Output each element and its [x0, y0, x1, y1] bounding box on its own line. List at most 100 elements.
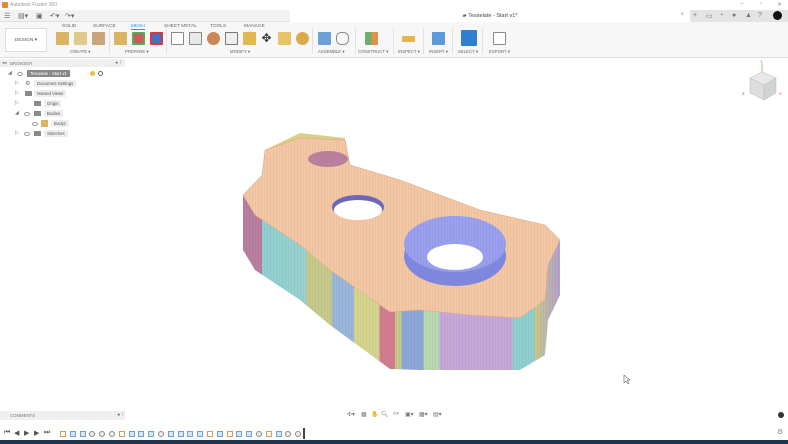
timeline-feature-mesh-icon[interactable]	[79, 431, 86, 437]
user-avatar[interactable]	[773, 11, 782, 20]
joint-icon[interactable]	[336, 32, 349, 45]
combine-face-groups-icon[interactable]	[150, 32, 163, 45]
orbit-icon[interactable]: ✣▾	[347, 411, 355, 418]
timeline-feature-mesh-icon[interactable]	[148, 431, 155, 437]
notifications-icon[interactable]: ▲	[745, 12, 752, 19]
repair-icon[interactable]	[114, 32, 127, 45]
display-settings-icon[interactable]: ▣▾	[405, 411, 414, 418]
timeline-feature-body-icon[interactable]	[295, 431, 302, 437]
timeline-feature-sketch-icon[interactable]	[118, 431, 125, 437]
timeline-feature-body-icon[interactable]	[109, 431, 115, 437]
close-tab-icon[interactable]: ×	[680, 12, 684, 18]
feedback-icon[interactable]	[778, 412, 784, 418]
timeline-feature-sketch-icon[interactable]	[60, 431, 66, 437]
move-icon[interactable]: ✥	[260, 32, 273, 45]
modify-group[interactable]: MODIFY ▾	[230, 49, 250, 55]
reduce-icon[interactable]	[207, 32, 220, 45]
combine-icon[interactable]	[243, 32, 256, 45]
new-tab-icon[interactable]: +	[693, 12, 697, 19]
menu-icon[interactable]: ☰	[4, 12, 10, 20]
plane-cut-icon[interactable]	[171, 32, 184, 45]
minimize-button[interactable]: –	[740, 1, 743, 7]
measure-icon[interactable]	[402, 36, 415, 42]
offset-plane-icon[interactable]	[365, 32, 378, 45]
timeline-feature-mesh-icon[interactable]	[197, 431, 204, 437]
fit-icon[interactable]: ⌕▾	[393, 411, 399, 418]
redo-icon[interactable]: ↷▾	[65, 12, 74, 20]
select-icon[interactable]	[461, 30, 477, 46]
reverse-normal-icon[interactable]	[296, 32, 309, 45]
separate-icon[interactable]	[189, 32, 202, 45]
extensions-icon[interactable]: ◔	[719, 12, 723, 19]
timeline-feature-mesh-icon[interactable]	[236, 431, 243, 437]
timeline-feature-mesh-icon[interactable]	[128, 431, 135, 437]
timeline-feature-body-icon[interactable]	[99, 431, 106, 437]
step-back-icon[interactable]: ◀	[14, 429, 19, 437]
tab-solid[interactable]: SOLID	[62, 24, 76, 29]
viewport-canvas[interactable]: Y Z X	[0, 58, 788, 408]
timeline-feature-mesh-icon[interactable]	[69, 431, 76, 437]
timeline-feature-mesh-icon[interactable]	[246, 431, 253, 437]
close-window-button[interactable]: ✕	[777, 1, 782, 8]
step-forward-icon[interactable]: ▶	[34, 429, 39, 437]
export-group[interactable]: EXPORT ▾	[489, 49, 510, 55]
tessellate-icon[interactable]	[74, 32, 87, 45]
create-group[interactable]: CREATE ▾	[70, 49, 90, 55]
tab-sheet-metal[interactable]: SHEET METAL	[164, 24, 197, 29]
timeline-feature-sketch-icon[interactable]	[226, 431, 233, 437]
shell-icon[interactable]	[225, 32, 238, 45]
tab-mesh[interactable]: MESH	[131, 24, 145, 30]
construct-group[interactable]: CONSTRUCT ▾	[358, 49, 388, 55]
look-at-icon[interactable]: ▦	[361, 411, 367, 418]
file-icon[interactable]: ▤▾	[18, 12, 28, 20]
play-icon[interactable]: ▶	[24, 429, 29, 437]
timeline-feature-mesh-icon[interactable]	[187, 431, 194, 437]
timeline-feature-sketch-icon[interactable]	[207, 431, 213, 437]
grid-icon[interactable]: ▦▾	[419, 411, 428, 418]
timeline-feature-body-icon[interactable]	[158, 431, 164, 437]
timeline-feature-mesh-icon[interactable]	[138, 431, 145, 437]
assemble-group[interactable]: ASSEMBLE ▾	[318, 49, 345, 55]
timeline-feature-mesh-icon[interactable]	[167, 431, 174, 437]
workspace-switcher[interactable]: DESIGN ▾	[5, 28, 47, 52]
mesh-body[interactable]	[242, 133, 561, 370]
tab-manage[interactable]: MANAGE	[244, 24, 265, 29]
go-to-start-icon[interactable]: ⏮	[4, 429, 10, 437]
go-to-end-icon[interactable]: ⏭	[44, 429, 50, 437]
help-icon[interactable]: ?	[758, 12, 762, 19]
timeline-feature-body-icon[interactable]	[285, 431, 292, 437]
tab-tools[interactable]: TOOLS	[210, 24, 226, 29]
timeline-feature-mesh-icon[interactable]	[177, 431, 184, 437]
online-status-icon[interactable]: ●	[732, 12, 736, 19]
zoom-icon[interactable]: 🔍︎	[381, 411, 389, 418]
timeline-marker[interactable]	[303, 428, 305, 439]
comments-panel[interactable]: COMMENTS ● ⁞	[0, 411, 125, 420]
job-status-icon[interactable]: ▭	[706, 12, 713, 20]
pin-icon[interactable]: ● ⁞	[117, 412, 123, 418]
create-face-group-icon[interactable]	[92, 32, 105, 45]
select-group[interactable]: SELECT ▾	[458, 49, 478, 55]
timeline-feature-body-icon[interactable]	[256, 431, 262, 437]
viewports-icon[interactable]: ▤▾	[433, 411, 442, 418]
new-component-icon[interactable]	[318, 32, 331, 45]
undo-icon[interactable]: ↶▾	[50, 12, 59, 20]
generate-face-groups-icon[interactable]	[132, 32, 145, 45]
inspect-group[interactable]: INSPECT ▾	[398, 49, 420, 55]
document-tab[interactable]: ▰ Tesselate - Start v1* ×	[290, 10, 690, 22]
timeline-settings-icon[interactable]: ⚙	[777, 428, 783, 436]
viewcube[interactable]: Y Z X	[742, 59, 782, 101]
timeline-feature-sketch-icon[interactable]	[265, 431, 272, 437]
insert-group[interactable]: INSERT ▾	[429, 49, 448, 55]
save-icon[interactable]: ▣	[36, 12, 43, 20]
timeline-feature-body-icon[interactable]	[89, 431, 96, 437]
scale-icon[interactable]	[278, 32, 291, 45]
prepare-group[interactable]: PREPARE ▾	[125, 49, 149, 55]
maximize-button[interactable]: ▫	[760, 1, 762, 7]
insert-image-icon[interactable]	[432, 32, 445, 45]
timeline-feature-mesh-icon[interactable]	[216, 431, 223, 437]
insert-mesh-icon[interactable]	[56, 32, 69, 45]
export-icon[interactable]	[493, 32, 506, 45]
tab-surface[interactable]: SURFACE	[93, 24, 116, 29]
timeline-feature-mesh-icon[interactable]	[275, 431, 282, 437]
pan-icon[interactable]: ✋	[371, 411, 378, 418]
